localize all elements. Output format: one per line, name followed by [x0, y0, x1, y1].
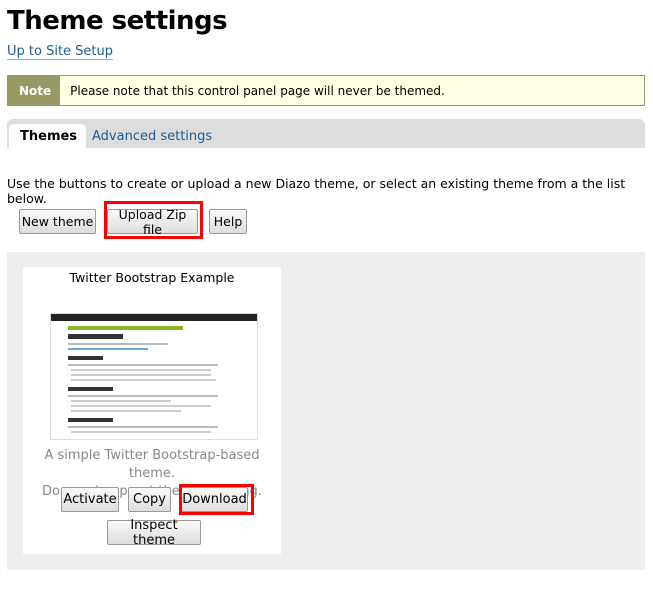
new-theme-button[interactable]: New theme [19, 209, 96, 234]
copy-button[interactable]: Copy [128, 487, 171, 512]
note-label: Note [8, 76, 61, 105]
note-banner: Note Please note that this control panel… [7, 75, 645, 106]
activate-button[interactable]: Activate [61, 487, 119, 512]
highlight-box [179, 484, 254, 515]
theme-card: Twitter Bootstrap Example A simple Twitt… [23, 267, 281, 554]
theme-description-text: A simple Twitter Bootstrap-based theme. [44, 448, 260, 481]
inspect-theme-button[interactable]: Inspect theme [107, 518, 201, 548]
up-to-site-setup-link[interactable]: Up to Site Setup [7, 44, 114, 60]
page-title: Theme settings [7, 6, 228, 36]
theme-title: Twitter Bootstrap Example [69, 270, 235, 285]
tab-themes[interactable]: Themes [9, 124, 87, 148]
note-text: Please note that this control panel page… [70, 83, 445, 98]
tab-advanced-settings[interactable]: Advanced settings [92, 124, 212, 148]
help-button[interactable]: Help [209, 209, 247, 234]
tab-bar: Themes Advanced settings [7, 119, 645, 148]
theme-preview-image [50, 313, 258, 440]
highlight-box [104, 201, 203, 239]
